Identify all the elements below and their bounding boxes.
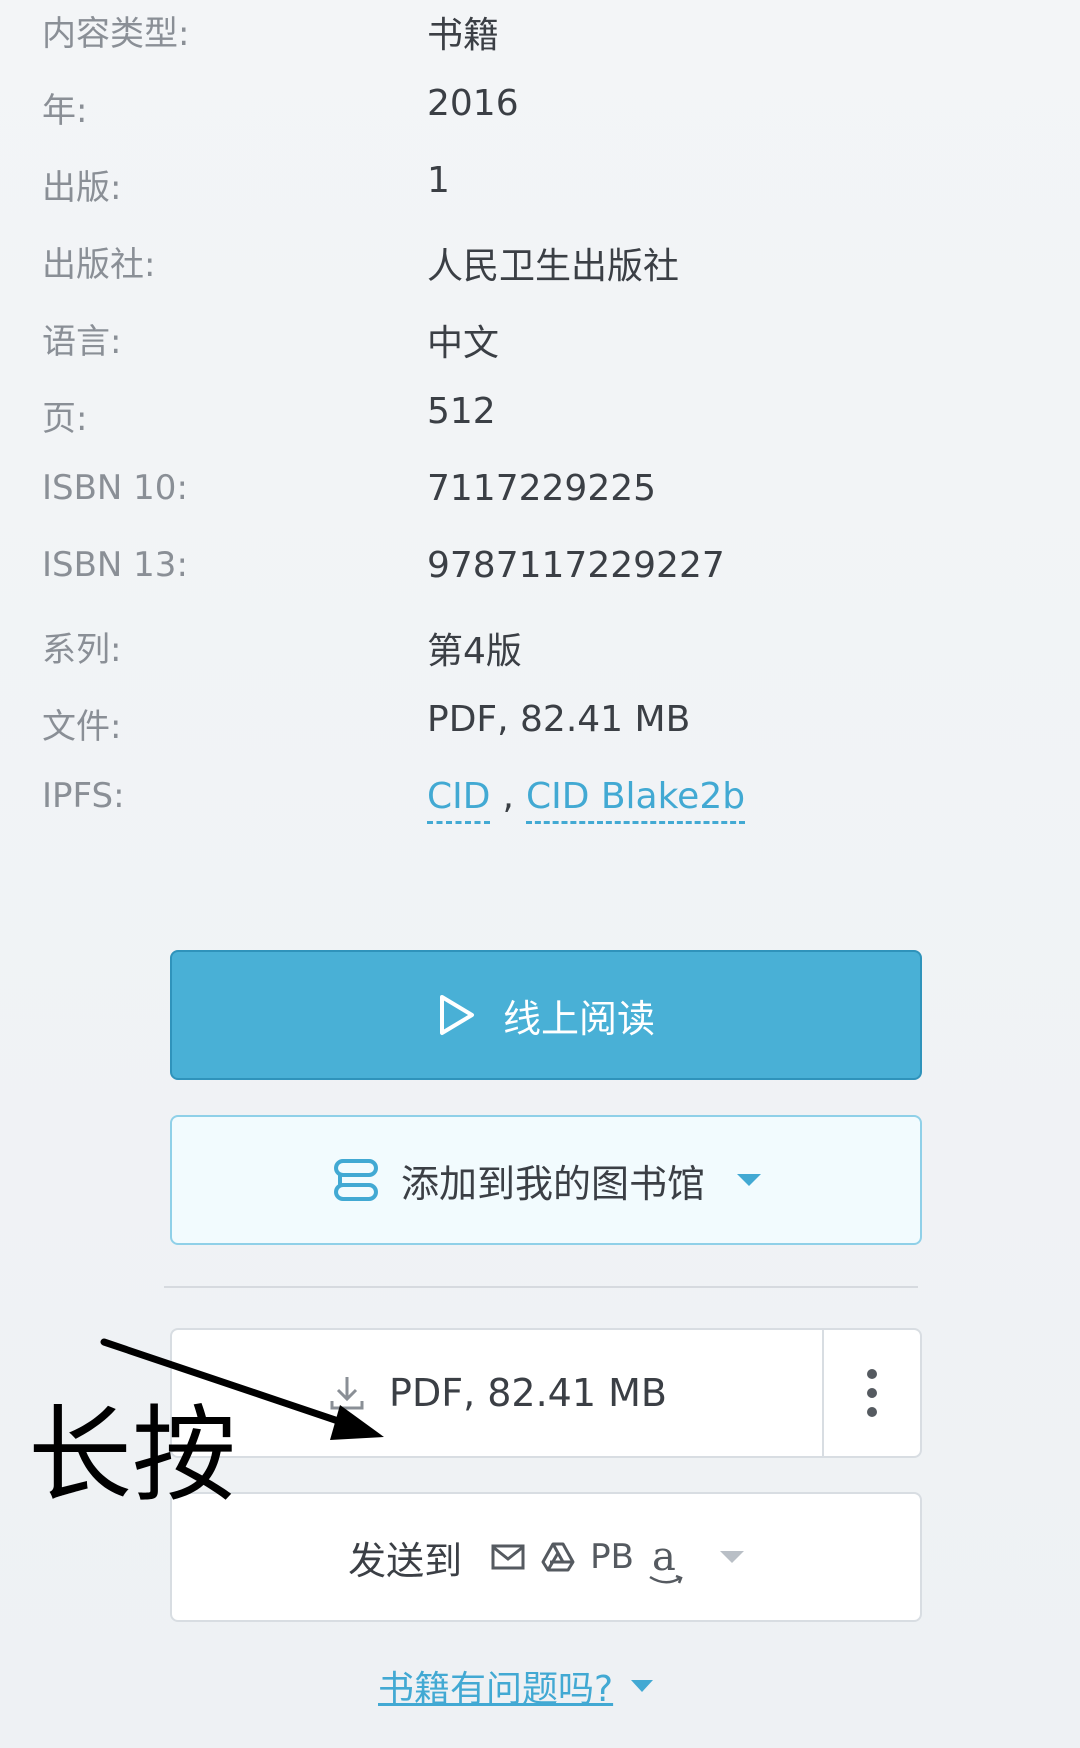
detail-row-language: 语言: 中文 <box>0 308 1080 368</box>
detail-value: 中文 <box>427 323 500 364</box>
download-icon <box>330 1377 364 1410</box>
detail-value: PDF, 82.41 MB <box>427 699 691 740</box>
detail-label: 出版社: <box>42 245 156 285</box>
page: 内容类型: 书籍 年: 2016 出版: 1 出版社: 人民卫生出版社 语言: … <box>0 0 1080 1748</box>
more-options-button[interactable] <box>822 1328 922 1458</box>
report-problem-label: 书籍有问题吗? <box>378 1669 614 1710</box>
google-drive-icon <box>541 1542 575 1572</box>
detail-value: 人民卫生出版社 <box>427 246 680 287</box>
detail-row-ipfs: IPFS: CID, CID Blake2b <box>0 770 1080 830</box>
detail-label: ISBN 13: <box>42 545 188 585</box>
detail-value: 2016 <box>427 83 519 124</box>
detail-label: 页: <box>42 399 88 439</box>
ipfs-cid-blake2b-link[interactable]: CID Blake2b <box>525 776 746 824</box>
detail-row-isbn13: ISBN 13: 9787117229227 <box>0 539 1080 599</box>
detail-label: IPFS: <box>42 776 125 816</box>
read-online-button[interactable]: 线上阅读 <box>170 950 922 1080</box>
amazon-smile <box>649 1574 683 1584</box>
detail-row-isbn10: ISBN 10: 7117229225 <box>0 462 1080 522</box>
detail-label: 系列: <box>42 630 122 670</box>
divider <box>164 1286 918 1288</box>
detail-value: 1 <box>427 160 450 201</box>
detail-value: 7117229225 <box>427 468 657 509</box>
annotation-long-press-text: 长按 <box>28 1394 237 1516</box>
ipfs-links: CID, CID Blake2b <box>427 776 746 824</box>
download-button[interactable]: PDF, 82.41 MB <box>170 1328 822 1458</box>
detail-row-pages: 页: 512 <box>0 385 1080 445</box>
caret-down-icon <box>719 1551 744 1563</box>
play-icon <box>439 995 474 1035</box>
mail-icon <box>491 1544 525 1570</box>
detail-row-file: 文件: PDF, 82.41 MB <box>0 693 1080 753</box>
add-to-library-button[interactable]: 添加到我的图书馆 <box>170 1115 922 1245</box>
detail-label: 出版: <box>42 168 122 208</box>
detail-label: ISBN 10: <box>42 468 188 508</box>
report-problem-link[interactable]: 书籍有问题吗? <box>378 1660 654 1712</box>
detail-row-edition: 出版: 1 <box>0 154 1080 214</box>
add-to-library-label: 添加到我的图书馆 <box>400 1161 705 1206</box>
detail-label: 年: <box>42 91 88 131</box>
download-label: PDF, 82.41 MB <box>389 1371 667 1415</box>
caret-down-icon <box>631 1680 654 1692</box>
pocketbook-icon: PB <box>590 1537 634 1577</box>
detail-row-publisher: 出版社: 人民卫生出版社 <box>0 231 1080 291</box>
detail-label: 语言: <box>42 322 122 362</box>
detail-value: 书籍 <box>427 15 500 56</box>
ipfs-separator: , <box>502 776 514 817</box>
detail-value: 第4版 <box>427 631 522 672</box>
send-to-button[interactable]: 发送到 PB a <box>170 1492 922 1622</box>
detail-value: 9787117229227 <box>427 545 725 586</box>
caret-down-icon <box>737 1174 761 1186</box>
detail-label: 内容类型: <box>42 14 190 54</box>
detail-row-year: 年: 2016 <box>0 77 1080 137</box>
amazon-icon: a <box>649 1534 683 1584</box>
ipfs-cid-link[interactable]: CID <box>427 776 491 824</box>
send-to-label: 发送到 <box>348 1538 463 1583</box>
detail-value: 512 <box>427 391 496 432</box>
read-online-label: 线上阅读 <box>502 996 655 1041</box>
more-vertical-icon <box>867 1369 877 1417</box>
detail-label: 文件: <box>42 707 122 747</box>
detail-row-series: 系列: 第4版 <box>0 616 1080 676</box>
library-icon <box>333 1159 378 1201</box>
detail-row-type: 内容类型: 书籍 <box>0 0 1080 60</box>
